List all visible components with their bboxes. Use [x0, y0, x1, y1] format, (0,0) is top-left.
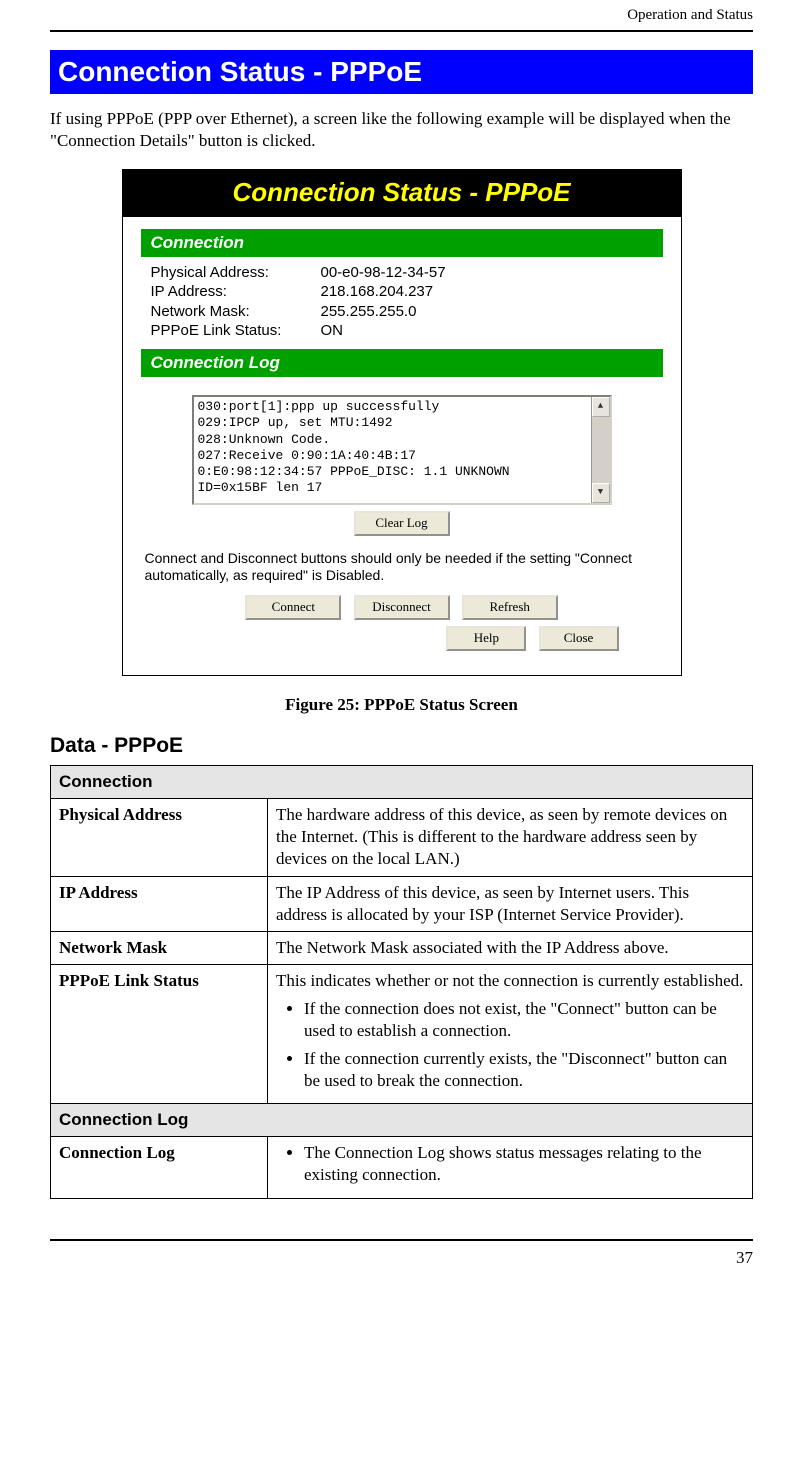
table-row: IP Address The IP Address of this device… — [51, 876, 753, 931]
section-title: Connection Status - PPPoE — [50, 50, 753, 94]
page-header: Operation and Status — [50, 0, 753, 32]
desc-connection-log: The Connection Log shows status messages… — [268, 1137, 753, 1198]
value-pppoe-link: ON — [321, 321, 344, 341]
term-ip-address: IP Address — [51, 876, 268, 931]
log-content: 030:port[1]:ppp up successfully 029:IPCP… — [198, 399, 606, 497]
figure-caption: Figure 25: PPPoE Status Screen — [50, 694, 753, 716]
data-subhead: Data - PPPoE — [50, 732, 753, 759]
screenshot-section-log: Connection Log — [141, 349, 663, 377]
screenshot-banner: Connection Status - PPPoE — [123, 170, 681, 217]
value-physical-address: 00-e0-98-12-34-57 — [321, 263, 446, 283]
screenshot-figure: Connection Status - PPPoE Connection Phy… — [122, 169, 682, 676]
connection-fields: Physical Address:00-e0-98-12-34-57 IP Ad… — [141, 257, 663, 349]
scroll-down-icon[interactable]: ▼ — [592, 483, 610, 503]
connect-button[interactable]: Connect — [245, 595, 341, 620]
term-physical-address: Physical Address — [51, 799, 268, 876]
table-row: Connection Log The Connection Log shows … — [51, 1137, 753, 1198]
pppoe-desc-intro: This indicates whether or not the connec… — [276, 971, 743, 990]
log-textarea[interactable]: 030:port[1]:ppp up successfully 029:IPCP… — [192, 395, 612, 505]
table-section-connection: Connection — [51, 766, 753, 799]
term-connection-log: Connection Log — [51, 1137, 268, 1198]
table-row: PPPoE Link Status This indicates whether… — [51, 964, 753, 1103]
intro-paragraph: If using PPPoE (PPP over Ethernet), a sc… — [50, 108, 753, 152]
label-physical-address: Physical Address: — [151, 263, 321, 283]
header-right: Operation and Status — [627, 6, 753, 26]
table-row: Physical Address The hardware address of… — [51, 799, 753, 876]
screenshot-section-connection: Connection — [141, 229, 663, 257]
label-pppoe-link: PPPoE Link Status: — [151, 321, 321, 341]
refresh-button[interactable]: Refresh — [462, 595, 558, 620]
desc-ip-address: The IP Address of this device, as seen b… — [268, 876, 753, 931]
desc-physical-address: The hardware address of this device, as … — [268, 799, 753, 876]
pppoe-bullet-2: If the connection currently exists, the … — [304, 1048, 744, 1092]
table-row: Network Mask The Network Mask associated… — [51, 931, 753, 964]
label-ip-address: IP Address: — [151, 282, 321, 302]
page-footer: 37 — [50, 1239, 753, 1269]
clear-log-button[interactable]: Clear Log — [354, 511, 450, 536]
page-number: 37 — [736, 1248, 753, 1267]
value-network-mask: 255.255.255.0 — [321, 302, 417, 322]
pppoe-bullet-1: If the connection does not exist, the "C… — [304, 998, 744, 1042]
screenshot-note: Connect and Disconnect buttons should on… — [141, 542, 663, 589]
term-network-mask: Network Mask — [51, 931, 268, 964]
close-button[interactable]: Close — [539, 626, 619, 651]
label-network-mask: Network Mask: — [151, 302, 321, 322]
desc-pppoe-link: This indicates whether or not the connec… — [268, 964, 753, 1103]
data-table: Connection Physical Address The hardware… — [50, 765, 753, 1198]
connection-log-bullet: The Connection Log shows status messages… — [304, 1142, 744, 1186]
desc-network-mask: The Network Mask associated with the IP … — [268, 931, 753, 964]
log-scrollbar[interactable]: ▲ ▼ — [591, 397, 610, 503]
value-ip-address: 218.168.204.237 — [321, 282, 434, 302]
table-section-log: Connection Log — [51, 1104, 753, 1137]
scroll-up-icon[interactable]: ▲ — [592, 397, 610, 417]
term-pppoe-link: PPPoE Link Status — [51, 964, 268, 1103]
help-button[interactable]: Help — [446, 626, 526, 651]
disconnect-button[interactable]: Disconnect — [354, 595, 450, 620]
